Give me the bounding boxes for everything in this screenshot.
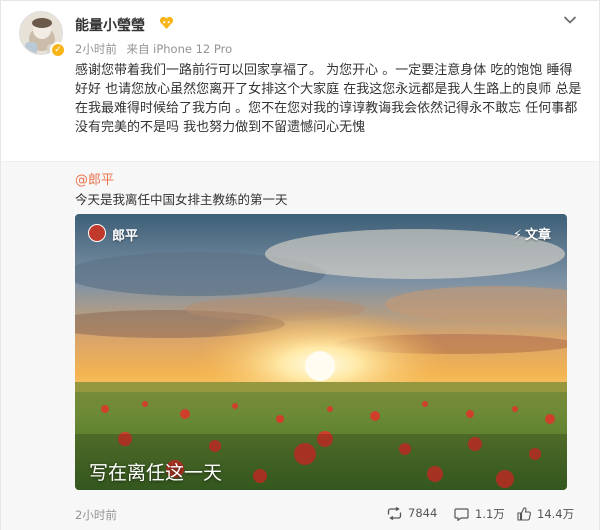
like-count: 14.4万 bbox=[537, 507, 575, 521]
vip-heart-icon[interactable] bbox=[159, 16, 174, 30]
like-icon bbox=[517, 507, 531, 521]
repost-icon bbox=[387, 506, 402, 520]
repost-time[interactable]: 2小时前 bbox=[75, 507, 117, 523]
repost-text: 今天是我离任中国女排主教练的第一天 bbox=[75, 192, 288, 207]
comment-button[interactable]: 1.1万 bbox=[454, 506, 505, 522]
like-button[interactable]: 14.4万 bbox=[517, 506, 574, 522]
comment-icon bbox=[454, 507, 469, 521]
repost-button[interactable]: 7844 bbox=[387, 506, 437, 520]
article-card[interactable]: 郎平 ⚡ 文章 写在离任这一天 bbox=[75, 214, 567, 490]
post-content: 感谢您带着我们一路前行可以回家享福了。 为您开心 。一定要注意身体 吃的饱饱 睡… bbox=[75, 63, 582, 135]
article-cover-image bbox=[75, 214, 567, 490]
repost-container: @郎平 今天是我离任中国女排主教练的第一天 郎平 ⚡ 文章 写在离任这一天 bbox=[1, 161, 599, 501]
post-source: 来自 iPhone 12 Pro bbox=[126, 42, 233, 56]
repost-footer: 2小时前 7844 1.1万 14.4万 bbox=[1, 501, 599, 530]
post-time[interactable]: 2小时前 bbox=[75, 42, 117, 56]
article-type-text: 文章 bbox=[524, 228, 551, 243]
repost-count: 7844 bbox=[408, 506, 438, 520]
post-header: ✓ 能量小瑩瑩 2小时前 来自 iPhone 12 Pro bbox=[19, 11, 579, 59]
comment-count: 1.1万 bbox=[475, 507, 505, 521]
card-author-name: 郎平 bbox=[112, 229, 139, 244]
lightning-icon: ⚡ bbox=[512, 228, 522, 243]
article-type-label: ⚡ 文章 bbox=[513, 224, 551, 243]
card-author-avatar bbox=[88, 224, 106, 242]
chevron-down-icon[interactable] bbox=[563, 15, 577, 25]
article-title: 写在离任这一天 bbox=[89, 462, 223, 484]
weibo-post: ✓ 能量小瑩瑩 2小时前 来自 iPhone 12 Pro 感谢您带着我们一路前… bbox=[0, 0, 600, 530]
verified-badge-icon: ✓ bbox=[50, 42, 66, 58]
username[interactable]: 能量小瑩瑩 bbox=[75, 15, 145, 35]
repost-author-link[interactable]: @郎平 bbox=[75, 169, 114, 188]
post-meta: 2小时前 来自 iPhone 12 Pro bbox=[75, 41, 232, 57]
